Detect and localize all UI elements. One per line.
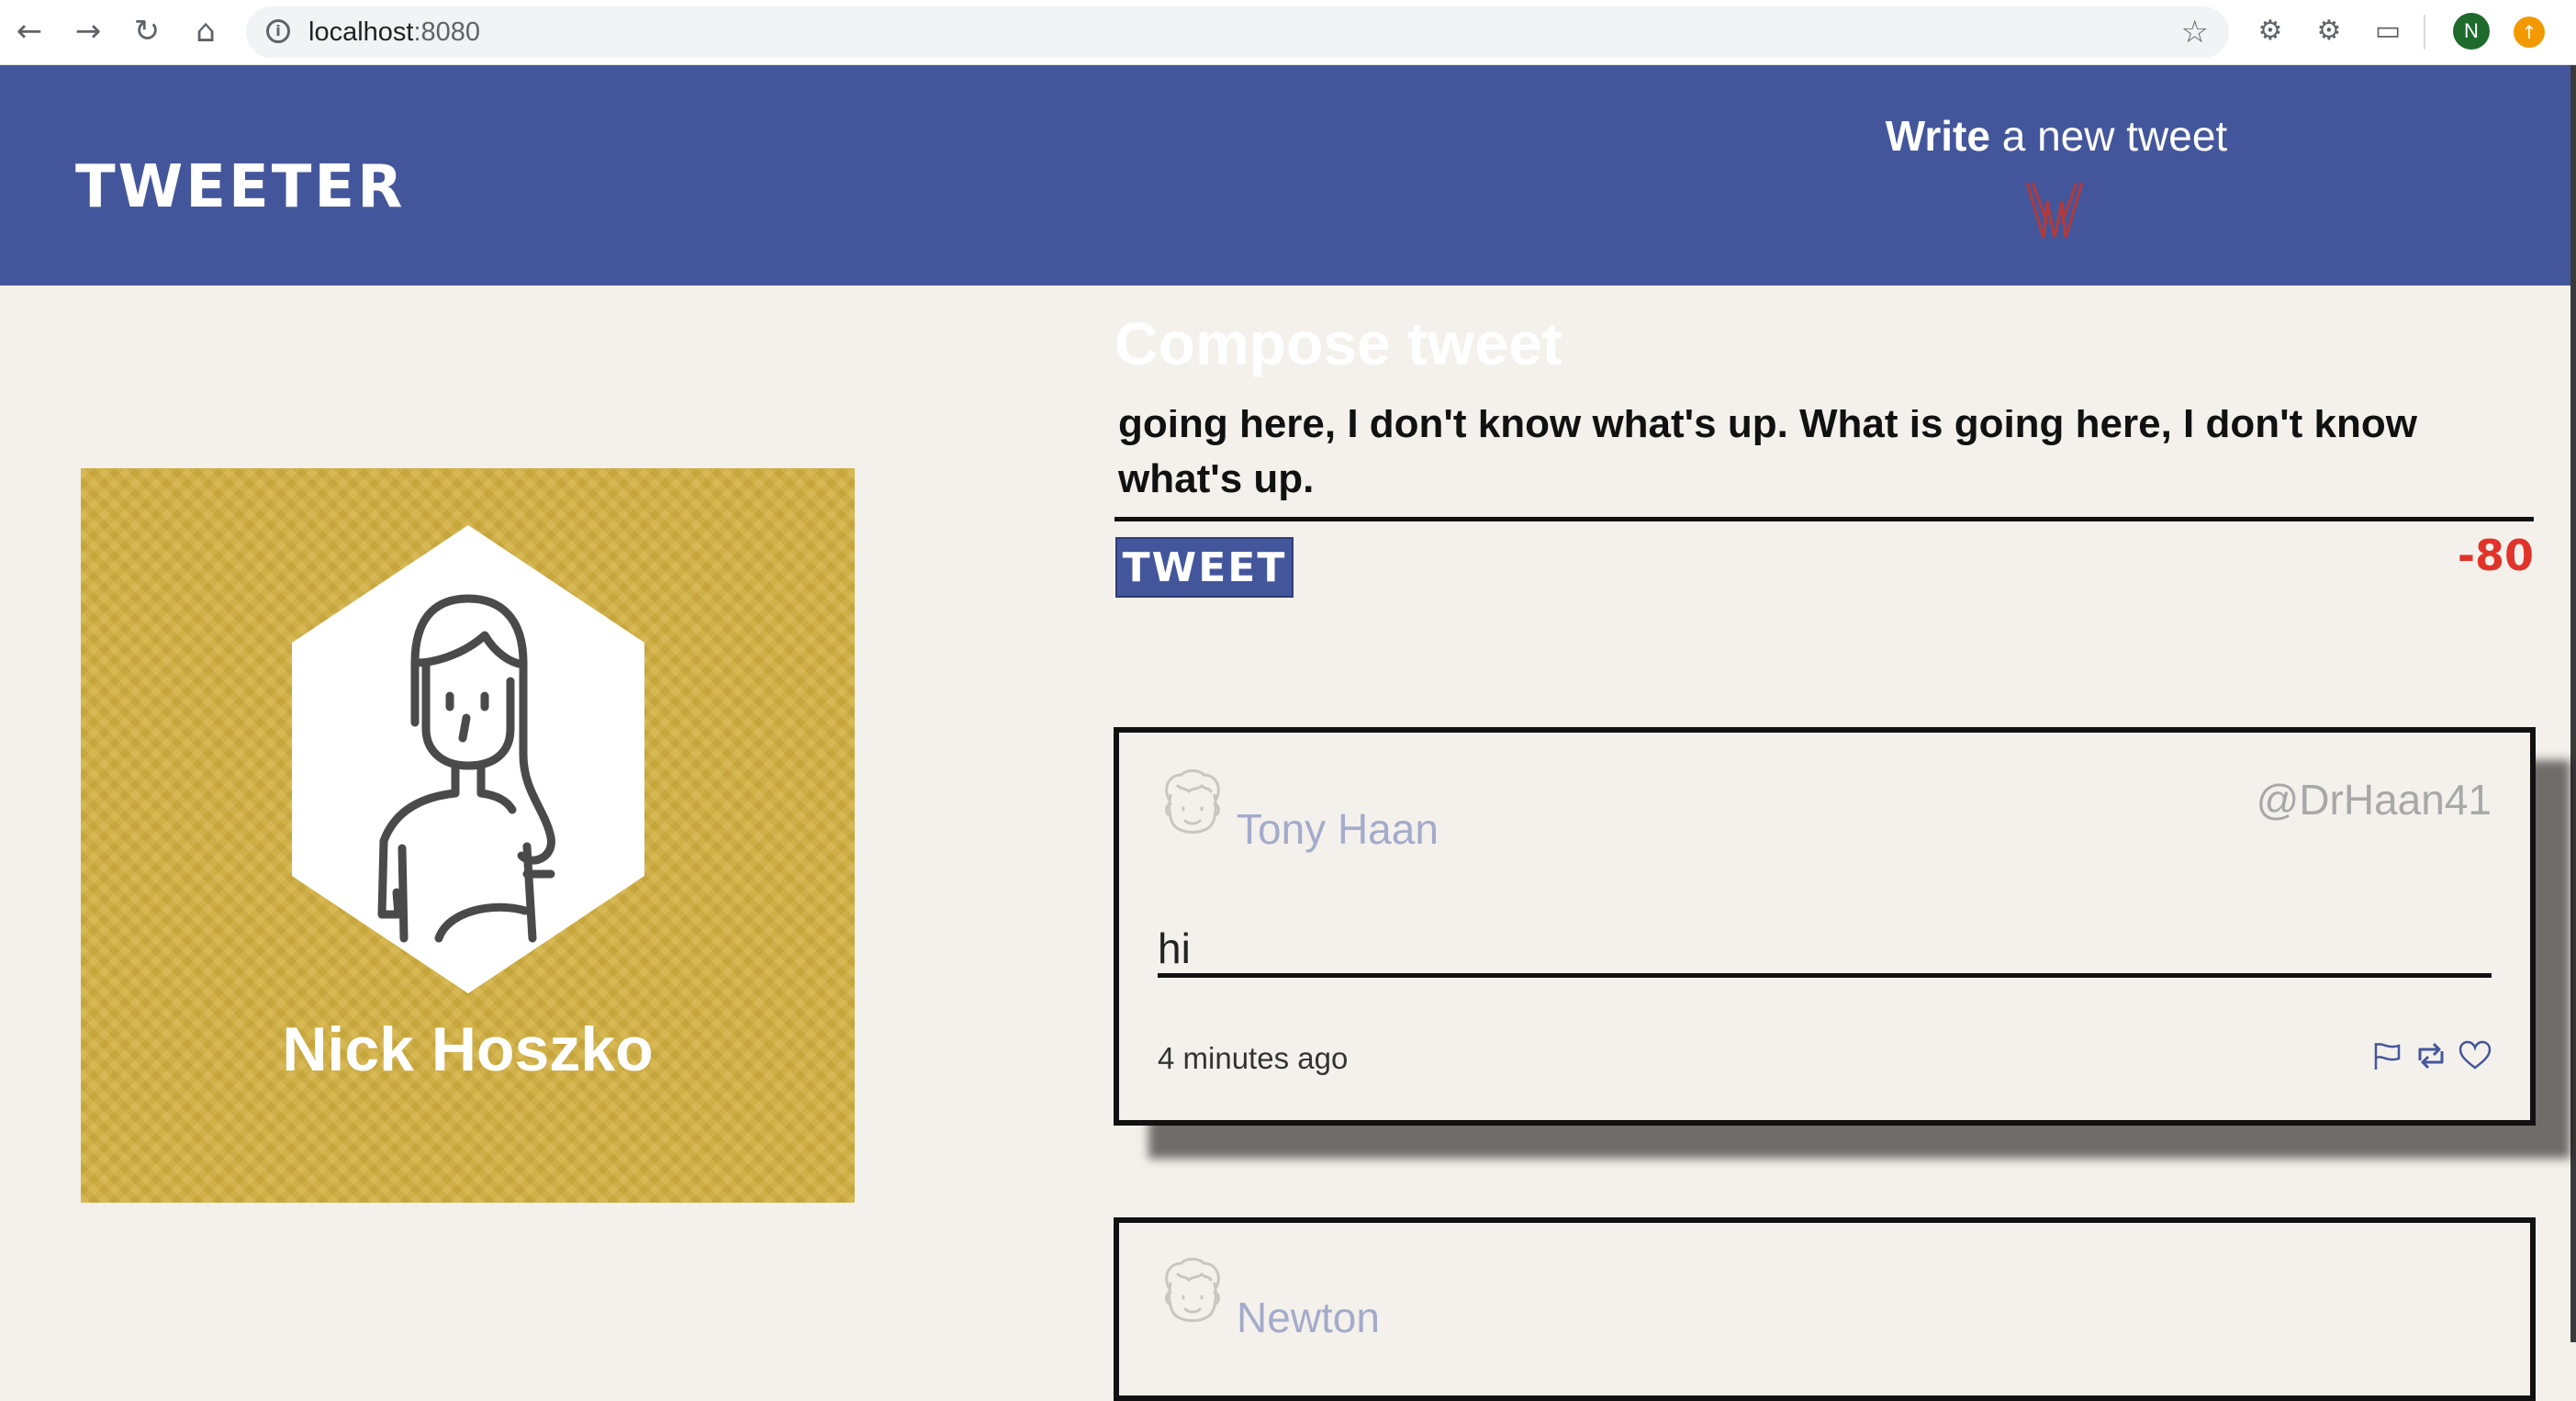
- tweet-submit-button[interactable]: TWEET: [1115, 537, 1294, 598]
- toolbar-divider: [2424, 15, 2425, 50]
- write-label-rest: a new tweet: [1989, 112, 2228, 160]
- user-avatar-icon: [292, 525, 644, 993]
- site-info-icon[interactable]: i: [266, 19, 290, 43]
- double-chevron-down-icon[interactable]: [2010, 174, 2099, 247]
- profile-avatar-icon[interactable]: N: [2453, 13, 2490, 50]
- reload-icon[interactable]: ↻: [129, 13, 165, 50]
- tweet-author-avatar-icon: [1165, 1258, 1220, 1322]
- tweet-divider: [1158, 973, 2492, 978]
- write-label-bold: Write: [1885, 112, 1990, 160]
- profile-name: Nick Hoszko: [282, 1014, 654, 1084]
- gear-extension-icon[interactable]: ⚙: [2313, 15, 2345, 47]
- tweet-timestamp: 4 minutes ago: [1158, 1041, 1349, 1075]
- tweet-card: Tony Haan @DrHaan41 hi 4 minutes ago: [1114, 727, 2536, 1126]
- character-counter: -80: [2457, 531, 2534, 580]
- tweet-actions: [2370, 1039, 2492, 1072]
- heart-icon[interactable]: [2458, 1039, 2492, 1072]
- compose-title: Compose tweet: [1114, 309, 1562, 377]
- forward-arrow-icon[interactable]: →: [70, 13, 106, 50]
- compose-underline: [1114, 517, 2534, 521]
- back-arrow-icon[interactable]: ←: [11, 13, 48, 50]
- compose-textarea[interactable]: going here, I don't know what's up. What…: [1114, 409, 2534, 512]
- cast-icon[interactable]: ▭: [2372, 15, 2403, 47]
- bookmark-star-icon[interactable]: ☆: [2181, 14, 2209, 50]
- tweet-body: hi: [1158, 925, 1191, 972]
- tweet-author-name[interactable]: Tony Haan: [1237, 804, 1439, 854]
- tweet-author-avatar-icon: [1165, 769, 1220, 834]
- site-header: TWEETER Write a new tweet: [0, 65, 2570, 286]
- tweet-author-name[interactable]: Newton: [1237, 1293, 1380, 1342]
- write-new-tweet-toggle[interactable]: Write a new tweet: [1873, 111, 2240, 161]
- home-icon[interactable]: ⌂: [187, 13, 224, 50]
- site-logo: TWEETER: [75, 153, 406, 221]
- compose-text[interactable]: going here, I don't know what's up. What…: [1118, 409, 2514, 507]
- profile-card: Nick Hoszko: [81, 468, 855, 1203]
- address-bar[interactable]: i localhost:8080 ☆: [246, 6, 2229, 58]
- retweet-icon[interactable]: [2414, 1039, 2447, 1072]
- browser-toolbar: ← → ↻ ⌂ i localhost:8080 ☆ ⚙ ⚙ ▭ N ↑: [0, 0, 2576, 65]
- update-icon[interactable]: ↑: [2514, 17, 2545, 48]
- tweet-author-handle[interactable]: @DrHaan41: [2257, 775, 2492, 824]
- page-scrollbar[interactable]: [2570, 65, 2576, 1342]
- bug-extension-icon[interactable]: ⚙: [2255, 15, 2286, 47]
- tweet-card: Newton: [1114, 1217, 2536, 1401]
- flag-icon[interactable]: [2370, 1039, 2403, 1072]
- url-text[interactable]: localhost:8080: [308, 17, 480, 48]
